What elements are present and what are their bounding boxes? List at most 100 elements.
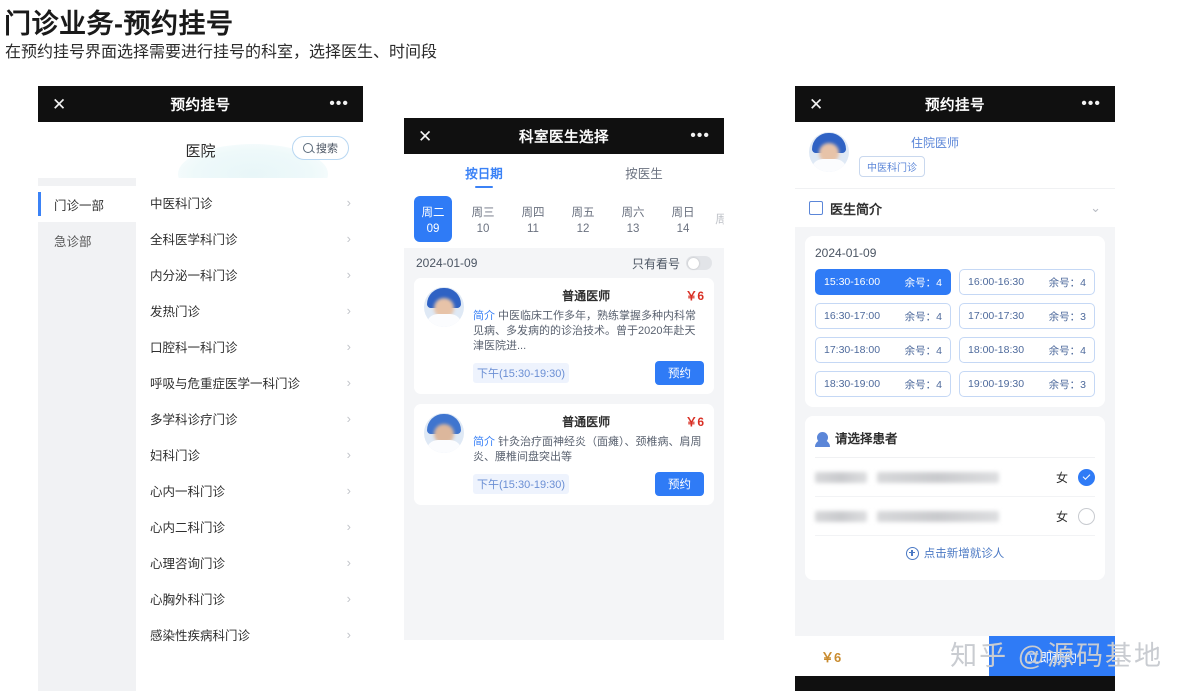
list-item[interactable]: 口腔科一科门诊 ›: [136, 328, 363, 364]
chevron-right-icon: ›: [346, 482, 351, 498]
page-title: 门诊业务-预约挂号: [4, 9, 234, 39]
department-label: 全科医学科门诊: [150, 232, 238, 247]
sidebar-item-emergency[interactable]: 急诊部: [38, 222, 136, 258]
date-strip[interactable]: 周二 09 周三 10 周四 11 周五 12 周六 13 周日 14 周: [404, 190, 724, 248]
patient-card: 请选择患者 女 女 点击新增就诊人: [805, 416, 1105, 580]
time-slot-grid: 15:30-16:00 余号：4 16:00-16:30 余号：4 16:30-17…: [815, 269, 1095, 397]
chevron-right-icon: ›: [346, 338, 351, 354]
list-item[interactable]: 感染性疾病科门诊 ›: [136, 616, 363, 652]
list-item[interactable]: 全科医学科门诊 ›: [136, 220, 363, 256]
doctor-time-slot[interactable]: 下午(15:30-19:30): [473, 363, 570, 383]
date-chip[interactable]: 周日 14: [664, 196, 702, 242]
more-options-icon[interactable]: •••: [329, 96, 349, 112]
list-item[interactable]: 女: [815, 497, 1095, 536]
panel3-navbar: ✕ 预约挂号 •••: [795, 86, 1115, 122]
chevron-down-icon[interactable]: ⌄: [1090, 200, 1101, 216]
more-options-icon[interactable]: •••: [1081, 96, 1101, 112]
list-item[interactable]: 心内一科门诊 ›: [136, 472, 363, 508]
doctor-card[interactable]: 普通医师 ￥6 简介 针灸治疗面神经炎（面瘫）、颈椎病、肩周炎、腰椎间盘突出等 下…: [414, 404, 714, 505]
time-slot[interactable]: 18:00-18:30 余号：4: [959, 337, 1095, 363]
slot-time: 15:30-16:00: [824, 276, 881, 288]
plus-circle-icon: [905, 546, 919, 560]
date-weekday: 周三: [471, 206, 495, 219]
doctor-price: ￥6: [685, 415, 704, 429]
list-item[interactable]: 中医科门诊 ›: [136, 184, 363, 220]
add-patient-button[interactable]: 点击新增就诊人: [815, 536, 1095, 570]
slot-time: 18:30-19:00: [824, 378, 881, 390]
tab-by-date[interactable]: 按日期: [404, 154, 564, 190]
day-header: 2024-01-09 只有看号: [404, 248, 724, 278]
list-item[interactable]: 呼吸与危重症医学一科门诊 ›: [136, 364, 363, 400]
chevron-right-icon: ›: [346, 302, 351, 318]
date-day: 13: [626, 222, 640, 235]
phone-panel-doctor-selection: ✕ 科室医生选择 ••• 按日期 按医生 周二 09 周三 10 周四 11 周五 12…: [404, 118, 724, 640]
selection-tabs: 按日期 按医生: [404, 154, 724, 190]
list-item[interactable]: 心理咨询门诊 ›: [136, 544, 363, 580]
time-slot[interactable]: 17:30-18:00 余号：4: [815, 337, 951, 363]
bio-text: 中医临床工作多年，熟练掌握多种内科常见病、多发病的的诊治技术。曾于2020年赴天…: [473, 310, 696, 352]
time-slot[interactable]: 17:00-17:30 余号：3: [959, 303, 1095, 329]
schedule-card: 2024-01-09 15:30-16:00 余号：4 16:00-16:30 余号…: [805, 236, 1105, 407]
slot-remaining: 余号：4: [904, 378, 942, 391]
patient-radio[interactable]: [1078, 468, 1095, 486]
avatar: [424, 287, 464, 327]
doctor-price: ￥6: [685, 289, 704, 303]
patient-id-redacted: [877, 510, 999, 522]
only-available-toggle[interactable]: 只有看号: [632, 255, 712, 272]
date-day: 10: [476, 222, 490, 235]
list-item[interactable]: 心胸外科门诊 ›: [136, 580, 363, 616]
patient-radio[interactable]: [1078, 507, 1095, 525]
doctor-footer: 下午(15:30-19:30) 预约: [473, 361, 704, 385]
date-chip[interactable]: 周五 12: [564, 196, 602, 242]
time-slot[interactable]: 16:30-17:00 余号：4: [815, 303, 951, 329]
chevron-right-icon: ›: [346, 590, 351, 606]
slot-remaining: 余号：4: [904, 344, 942, 357]
doctor-bio: 简介 针灸治疗面神经炎（面瘫）、颈椎病、肩周炎、腰椎间盘突出等: [473, 435, 704, 465]
date-chip[interactable]: 周四 11: [514, 196, 552, 242]
hospital-label: 医院: [185, 142, 216, 160]
date-chip-partial[interactable]: 周: [714, 196, 724, 242]
tab-label: 按医生: [625, 166, 663, 181]
department-list: 中医科门诊 › 全科医学科门诊 › 内分泌一科门诊 › 发热门诊 › 口腔科一科门诊 › …: [136, 178, 363, 691]
doctor-intro-section[interactable]: 医生简介 ⌄: [795, 188, 1115, 227]
time-slot[interactable]: 15:30-16:00 余号：4: [815, 269, 951, 295]
book-button[interactable]: 预约: [655, 472, 704, 496]
chevron-right-icon: ›: [346, 518, 351, 534]
toggle-switch[interactable]: [686, 256, 712, 270]
list-item[interactable]: 女: [815, 458, 1095, 497]
doctor-card[interactable]: 普通医师 ￥6 简介 中医临床工作多年，熟练掌握多种内科常见病、多发病的的诊治技术…: [414, 278, 714, 394]
tab-by-doctor[interactable]: 按医生: [564, 154, 724, 190]
more-options-icon[interactable]: •••: [690, 128, 710, 144]
doctor-header: 普通医师 ￥6: [473, 287, 704, 304]
patient-sex: 女: [1055, 470, 1068, 485]
avatar-coat: [426, 440, 462, 453]
list-item[interactable]: 多学科诊疗门诊 ›: [136, 400, 363, 436]
list-item[interactable]: 内分泌一科门诊 ›: [136, 256, 363, 292]
time-slot[interactable]: 16:00-16:30 余号：4: [959, 269, 1095, 295]
slot-time: 18:00-18:30: [968, 344, 1025, 356]
date-chip[interactable]: 周三 10: [464, 196, 502, 242]
doctor-header: 普通医师 ￥6: [473, 413, 704, 430]
list-item[interactable]: 心内二科门诊 ›: [136, 508, 363, 544]
bio-text: 针灸治疗面神经炎（面瘫）、颈椎病、肩周炎、腰椎间盘突出等: [473, 436, 702, 463]
total-price: ￥6: [821, 649, 842, 665]
date-chip[interactable]: 周二 09: [414, 196, 452, 242]
submit-booking-button[interactable]: 立即预约: [989, 636, 1115, 676]
avatar: [809, 132, 849, 172]
date-chip[interactable]: 周六 13: [614, 196, 652, 242]
list-item[interactable]: 发热门诊 ›: [136, 292, 363, 328]
sidebar-item-outpatient[interactable]: 门诊一部: [38, 186, 136, 222]
search-button[interactable]: 搜索: [292, 136, 349, 160]
time-slot[interactable]: 18:30-19:00 余号：4: [815, 371, 951, 397]
time-slot[interactable]: 19:00-19:30 余号：3: [959, 371, 1095, 397]
date-weekday: 周四: [521, 206, 545, 219]
patient-name-redacted: [815, 471, 867, 483]
patient-sex: 女: [1055, 509, 1068, 524]
list-item[interactable]: 妇科门诊 ›: [136, 436, 363, 472]
slot-remaining: 余号：4: [904, 276, 942, 289]
patient-name-redacted: [815, 510, 867, 522]
doctor-time-slot[interactable]: 下午(15:30-19:30): [473, 474, 570, 494]
book-button[interactable]: 预约: [655, 361, 704, 385]
doctor-footer: 下午(15:30-19:30) 预约: [473, 472, 704, 496]
date-weekday: 周五: [571, 206, 595, 219]
